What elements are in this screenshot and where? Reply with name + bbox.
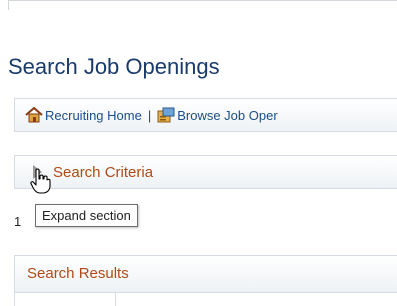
top-frame-border: [8, 0, 397, 10]
navigation-link-bar: Recruiting Home | Browse Job Oper: [14, 98, 397, 132]
page-title: Search Job Openings: [8, 54, 220, 79]
link-separator: |: [147, 107, 152, 123]
search-results-section: Search Results: [14, 255, 397, 293]
results-grid-header: [14, 293, 397, 306]
result-count: 1: [14, 214, 22, 229]
expand-section-tooltip: Expand section: [35, 204, 138, 227]
search-criteria-label[interactable]: Search Criteria: [53, 164, 153, 181]
home-icon: [25, 106, 43, 123]
search-criteria-section[interactable]: Search Criteria: [14, 155, 397, 189]
grid-column-divider: [115, 293, 116, 306]
hand-cursor-icon: [30, 168, 51, 194]
browse-job-openings-link[interactable]: Browse Job Oper: [177, 108, 277, 123]
recruiting-home-link[interactable]: Recruiting Home: [45, 108, 142, 123]
browse-icon: [157, 107, 175, 123]
search-results-label: Search Results: [27, 265, 129, 282]
